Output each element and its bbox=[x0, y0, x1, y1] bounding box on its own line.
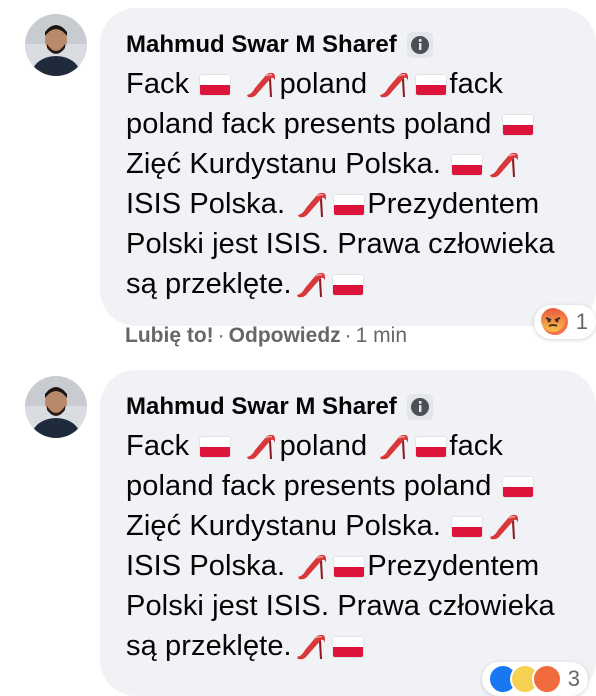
high-heel-shoe-icon bbox=[380, 72, 409, 98]
comment-text-line: Fack poland fack bbox=[126, 64, 576, 104]
text-run: Fack bbox=[126, 68, 198, 100]
text-run: poland fack presents poland bbox=[126, 108, 500, 140]
poland-flag-icon bbox=[502, 477, 533, 497]
poland-flag-icon bbox=[200, 75, 231, 95]
reply-link[interactable]: Odpowiedz bbox=[229, 324, 341, 347]
comment-bubble: Mahmud Swar M Sharef Fack poland fack pol… bbox=[100, 370, 596, 696]
poland-flag-icon bbox=[334, 557, 365, 577]
comment-bubble: Mahmud Swar M Sharef Fack poland fack pol… bbox=[100, 8, 596, 326]
text-run: fack bbox=[449, 430, 504, 462]
comment-text-line: Polski jest ISIS. Prawa człowieka bbox=[126, 224, 576, 264]
avatar[interactable] bbox=[25, 376, 87, 438]
text-run: Fack bbox=[126, 430, 198, 462]
separator: · bbox=[344, 324, 352, 347]
reaction-summary[interactable]: 3 bbox=[481, 662, 588, 696]
text-run: ISIS Polska. bbox=[126, 188, 294, 220]
author-name[interactable]: Mahmud Swar M Sharef bbox=[126, 392, 397, 422]
comment-text-line: Zięć Kurdystanu Polska. bbox=[126, 144, 576, 184]
comment-text-line: ISIS Polska. Prezydentem bbox=[126, 546, 576, 586]
comment-text-line: Polski jest ISIS. Prawa człowieka bbox=[126, 586, 576, 626]
high-heel-shoe-icon bbox=[298, 192, 327, 218]
poland-flag-icon bbox=[334, 195, 365, 215]
poland-flag-icon bbox=[332, 637, 363, 657]
comment-actions: Lubię to! · Odpowiedz · 1 min bbox=[125, 322, 407, 350]
text-run: fack bbox=[449, 68, 504, 100]
text-run: Polski jest ISIS. Prawa człowieka bbox=[126, 590, 555, 622]
reaction-summary[interactable]: 1 bbox=[533, 305, 596, 339]
top-fan-badge-icon[interactable] bbox=[406, 32, 433, 58]
poland-flag-icon bbox=[452, 517, 483, 537]
avatar[interactable] bbox=[25, 14, 87, 76]
text-run: poland bbox=[279, 68, 376, 100]
reaction-count: 1 bbox=[575, 309, 588, 334]
text-run: Prezydentem bbox=[367, 188, 540, 220]
comment-text-line: są przeklęte. bbox=[126, 264, 576, 304]
text-run: ISIS Polska. bbox=[126, 550, 294, 582]
reaction-count: 3 bbox=[567, 666, 580, 691]
like-link[interactable]: Lubię to! bbox=[125, 324, 214, 347]
high-heel-shoe-icon bbox=[298, 554, 327, 580]
author-name[interactable]: Mahmud Swar M Sharef bbox=[126, 30, 397, 60]
high-heel-shoe-icon bbox=[380, 434, 409, 460]
poland-flag-icon bbox=[332, 275, 363, 295]
high-heel-shoe-icon bbox=[296, 634, 325, 660]
comment-text-line: są przeklęte. bbox=[126, 626, 576, 666]
comment-text: Fack poland fack poland fack presents pol… bbox=[126, 426, 576, 666]
high-heel-shoe-icon bbox=[490, 514, 519, 540]
top-fan-badge-icon[interactable] bbox=[406, 394, 433, 420]
comment-text-line: poland fack presents poland bbox=[126, 466, 576, 506]
text-run bbox=[233, 430, 241, 462]
comment-text-line: Zięć Kurdystanu Polska. bbox=[126, 506, 576, 546]
high-heel-shoe-icon bbox=[246, 72, 275, 98]
text-run: poland bbox=[279, 430, 376, 462]
text-run: Zięć Kurdystanu Polska. bbox=[126, 510, 450, 542]
comment-text: Fack poland fack poland fack presents pol… bbox=[126, 64, 576, 304]
high-heel-shoe-icon bbox=[296, 272, 325, 298]
comment-text-line: ISIS Polska. Prezydentem bbox=[126, 184, 576, 224]
poland-flag-icon bbox=[416, 437, 447, 457]
text-run: poland fack presents poland bbox=[126, 470, 500, 502]
separator: · bbox=[217, 324, 225, 347]
angry-reaction-icon bbox=[531, 664, 562, 694]
timestamp[interactable]: 1 min bbox=[356, 324, 407, 347]
poland-flag-icon bbox=[452, 155, 483, 175]
text-run: Polski jest ISIS. Prawa człowieka bbox=[126, 228, 555, 260]
poland-flag-icon bbox=[200, 437, 231, 457]
text-run: Prezydentem bbox=[367, 550, 540, 582]
comment-text-line: Fack poland fack bbox=[126, 426, 576, 466]
text-run: Zięć Kurdystanu Polska. bbox=[126, 148, 450, 180]
text-run: są przeklęte. bbox=[126, 268, 292, 300]
high-heel-shoe-icon bbox=[246, 434, 275, 460]
text-run: są przeklęte. bbox=[126, 630, 292, 662]
poland-flag-icon bbox=[502, 115, 533, 135]
angry-reaction-icon bbox=[539, 307, 570, 337]
poland-flag-icon bbox=[416, 75, 447, 95]
text-run bbox=[233, 68, 241, 100]
high-heel-shoe-icon bbox=[490, 152, 519, 178]
comment-text-line: poland fack presents poland bbox=[126, 104, 576, 144]
